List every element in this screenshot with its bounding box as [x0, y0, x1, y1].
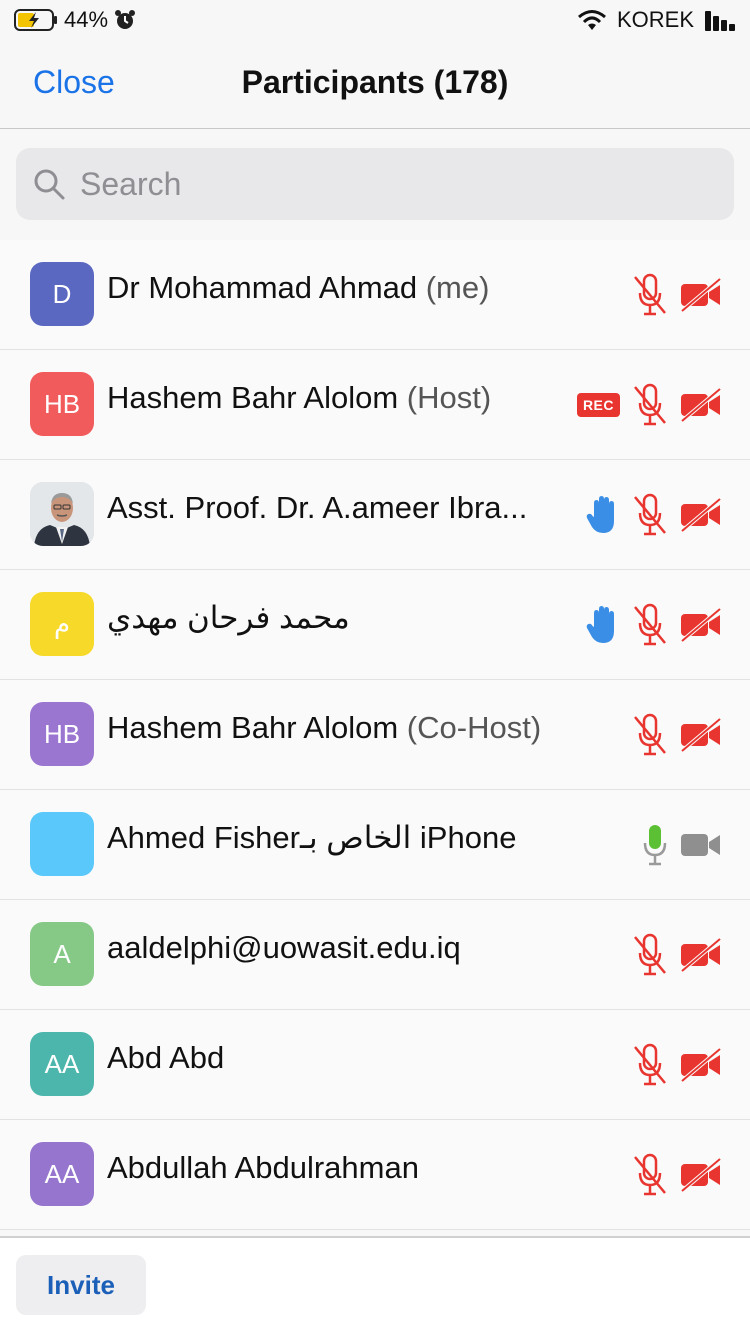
video-off-icon[interactable]	[680, 1048, 722, 1082]
participant-row[interactable]: AA Abd Abd	[0, 1010, 750, 1120]
avatar: AA	[30, 1032, 94, 1096]
participant-row[interactable]: AA Abdullah Abdulrahman	[0, 1120, 750, 1230]
muted-microphone-icon[interactable]	[632, 1043, 668, 1087]
participant-status-icons	[586, 603, 722, 647]
avatar: D	[30, 262, 94, 326]
participant-row[interactable]: Asst. Proof. Dr. A.ameer Ibra...	[0, 460, 750, 570]
avatar: HB	[30, 372, 94, 436]
microphone-icon[interactable]	[642, 823, 668, 867]
search-box[interactable]	[16, 148, 734, 220]
alarm-icon	[115, 10, 136, 29]
muted-microphone-icon[interactable]	[632, 493, 668, 537]
participant-name: aaldelphi@uowasit.edu.iq	[107, 930, 461, 966]
participant-status-icons	[586, 493, 722, 537]
page-title: Participants (178)	[241, 64, 509, 100]
participant-name: Dr Mohammad Ahmad (me)	[107, 270, 489, 306]
muted-microphone-icon[interactable]	[632, 713, 668, 757]
participant-row[interactable]: D Dr Mohammad Ahmad (me)	[0, 240, 750, 350]
participant-row[interactable]: Ahmed Fisherالخاص بـ iPhone	[0, 790, 750, 900]
participant-name: Ahmed Fisherالخاص بـ iPhone	[107, 820, 516, 856]
participant-name-text: Asst. Proof. Dr. A.ameer Ibra...	[107, 490, 528, 525]
participant-name-text: Hashem Bahr Alolom	[107, 710, 399, 745]
participant-name: Abd Abd	[107, 1040, 224, 1076]
video-off-icon[interactable]	[680, 938, 722, 972]
participant-name-text: محمد فرحان مهدي	[107, 600, 350, 635]
participant-name-text: Dr Mohammad Ahmad	[107, 270, 418, 305]
video-off-icon[interactable]	[680, 278, 722, 312]
participant-name-text: aaldelphi@uowasit.edu.iq	[107, 930, 461, 965]
participant-row[interactable]: HB Hashem Bahr Alolom (Host) REC	[0, 350, 750, 460]
raised-hand-icon	[586, 606, 614, 643]
muted-microphone-icon[interactable]	[632, 933, 668, 977]
participant-role: (me)	[417, 270, 490, 305]
participant-row[interactable]: Aaaldelphi@uowasit.edu.iq	[0, 900, 750, 1010]
participant-role: (Co-Host)	[398, 710, 542, 745]
video-camera-icon[interactable]	[680, 831, 722, 859]
participant-status-icons	[642, 823, 722, 867]
carrier-name: KOREK	[616, 7, 694, 32]
avatar: HB	[30, 702, 94, 766]
participant-row[interactable]: HB Hashem Bahr Alolom (Co-Host)	[0, 680, 750, 790]
participant-status-icons: REC	[576, 383, 722, 427]
raised-hand-icon	[586, 496, 614, 533]
participant-name: Hashem Bahr Alolom (Host)	[107, 380, 491, 416]
participant-name: محمد فرحان مهدي	[107, 600, 350, 636]
status-bar: 44% KOREK	[0, 0, 750, 40]
muted-microphone-icon[interactable]	[632, 383, 668, 427]
participant-name: Hashem Bahr Alolom (Co-Host)	[107, 710, 541, 746]
search-area	[0, 129, 750, 237]
muted-microphone-icon[interactable]	[632, 603, 668, 647]
profile-photo	[30, 482, 94, 546]
video-off-icon[interactable]	[680, 1158, 722, 1192]
muted-microphone-icon[interactable]	[632, 273, 668, 317]
battery-icon	[14, 9, 57, 31]
participant-status-icons	[632, 1153, 722, 1197]
participant-status-icons	[632, 1043, 722, 1087]
participant-name: Asst. Proof. Dr. A.ameer Ibra...	[107, 490, 527, 526]
search-input[interactable]	[78, 164, 682, 204]
footer-bar: Invite	[0, 1236, 750, 1336]
participant-list[interactable]: D Dr Mohammad Ahmad (me) HB Hashem Bahr Alo…	[0, 240, 750, 1230]
video-off-icon[interactable]	[680, 388, 722, 422]
invite-button[interactable]: Invite	[16, 1255, 146, 1315]
wifi-icon	[578, 10, 606, 30]
status-left: 44%	[14, 6, 136, 34]
recording-badge: REC	[576, 393, 620, 417]
avatar: AA	[30, 1142, 94, 1206]
nav-bar: Close Participants (178)	[0, 40, 750, 129]
participant-name-text: Abdullah Abdulrahman	[107, 1150, 419, 1185]
participant-row[interactable]: م محمد فرحان مهدي	[0, 570, 750, 680]
search-icon	[34, 169, 65, 200]
status-right: KOREK	[577, 6, 738, 34]
avatar	[30, 482, 94, 546]
avatar: م	[30, 592, 94, 656]
avatar: A	[30, 922, 94, 986]
video-off-icon[interactable]	[680, 498, 722, 532]
signal-icon	[705, 11, 735, 31]
participant-name-text: Hashem Bahr Alolom	[107, 380, 399, 415]
participant-name-text: Ahmed Fisherالخاص بـ iPhone	[107, 820, 517, 855]
participant-status-icons	[632, 713, 722, 757]
muted-microphone-icon[interactable]	[632, 1153, 668, 1197]
video-off-icon[interactable]	[680, 718, 722, 752]
battery-percent: 44%	[64, 7, 109, 32]
participant-status-icons	[632, 273, 722, 317]
participant-name: Abdullah Abdulrahman	[107, 1150, 419, 1186]
avatar	[30, 812, 94, 876]
video-off-icon[interactable]	[680, 608, 722, 642]
participant-name-text: Abd Abd	[107, 1040, 225, 1075]
participant-role: (Host)	[398, 380, 492, 415]
participant-status-icons	[632, 933, 722, 977]
